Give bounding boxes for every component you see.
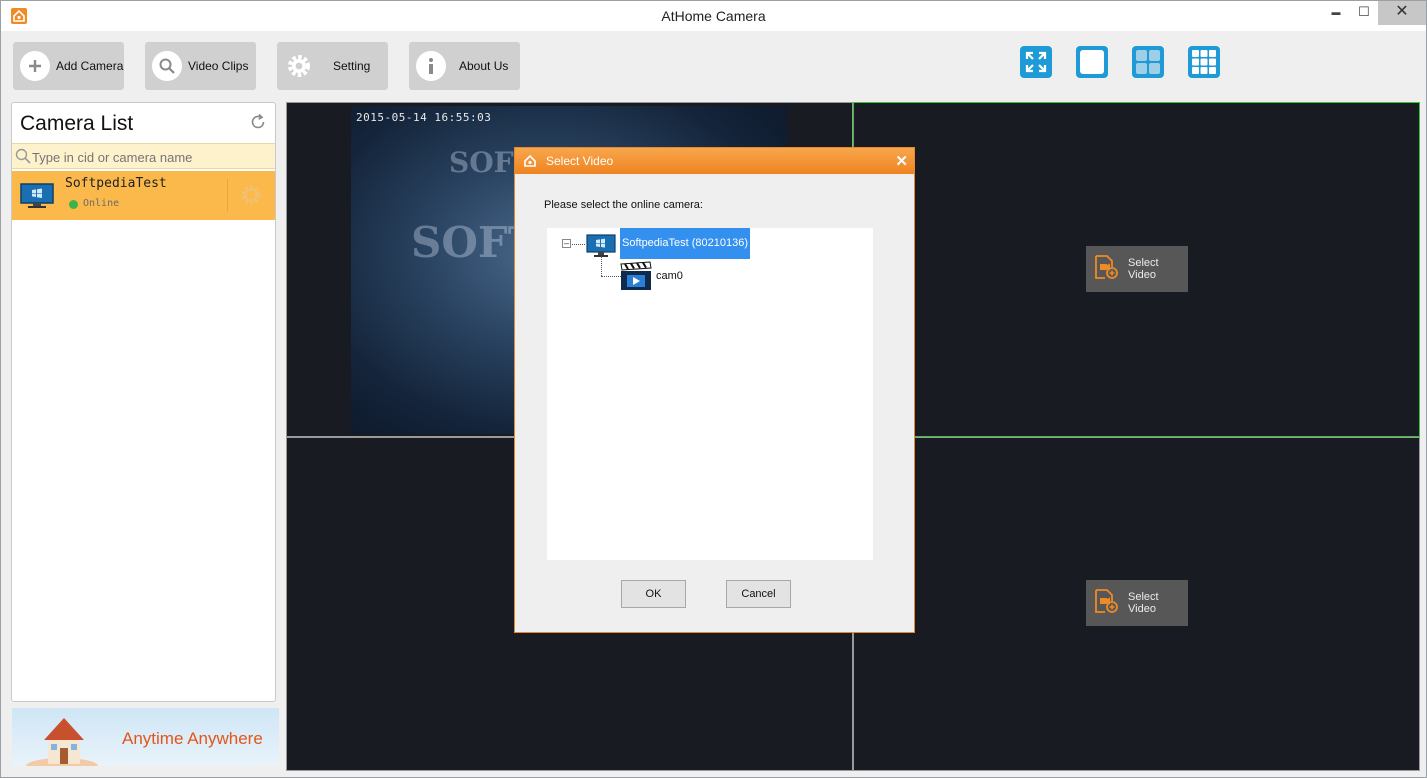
dialog-title: Select Video bbox=[546, 154, 614, 168]
video-cell-4[interactable]: Select Video bbox=[853, 437, 1420, 771]
app-window: AtHome Camera ▬ ☐ ✕ Add Camera Video Cli… bbox=[0, 0, 1427, 778]
ok-button[interactable]: OK bbox=[621, 580, 686, 608]
title-bar[interactable]: AtHome Camera ▬ ☐ ✕ bbox=[1, 1, 1426, 31]
video-clips-label: Video Clips bbox=[188, 59, 249, 73]
add-camera-label: Add Camera bbox=[56, 59, 124, 73]
select-video-button[interactable]: Select Video bbox=[1086, 246, 1188, 292]
video-clip-icon bbox=[620, 261, 652, 296]
select-video-button[interactable]: Select Video bbox=[1086, 580, 1188, 626]
quad-view-icon[interactable] bbox=[1132, 46, 1164, 78]
video-clips-button[interactable]: Video Clips bbox=[145, 42, 256, 90]
video-cell-2[interactable]: Select Video bbox=[853, 102, 1420, 437]
online-status-dot bbox=[69, 200, 78, 209]
camera-name: SoftpediaTest bbox=[65, 176, 167, 191]
close-button[interactable]: ✕ bbox=[1378, 1, 1426, 25]
dialog-title-bar[interactable]: Select Video ✕ bbox=[515, 148, 914, 174]
search-input[interactable] bbox=[32, 147, 270, 167]
about-us-button[interactable]: About Us bbox=[409, 42, 520, 90]
single-view-icon[interactable] bbox=[1076, 46, 1108, 78]
search-icon bbox=[15, 148, 31, 169]
window-title: AtHome Camera bbox=[661, 8, 766, 24]
camera-list-item[interactable]: SoftpediaTest Online bbox=[12, 171, 275, 220]
add-video-icon bbox=[1093, 254, 1119, 285]
toolbar: Add Camera Video Clips Setting About Us bbox=[1, 31, 1426, 99]
camera-list-panel: Camera List SoftpediaTest Online bbox=[11, 102, 276, 702]
nine-view-icon[interactable] bbox=[1188, 46, 1220, 78]
cancel-button[interactable]: Cancel bbox=[726, 580, 791, 608]
banner-slogan: Anytime Anywhere bbox=[122, 729, 263, 748]
camera-tree: – SoftpediaTest (80210136) cam0 bbox=[547, 228, 873, 560]
app-logo-icon bbox=[522, 153, 538, 174]
add-video-icon bbox=[1093, 588, 1119, 619]
promo-banner: Anytime Anywhere bbox=[12, 708, 279, 766]
refresh-icon[interactable] bbox=[249, 113, 267, 131]
camera-list-title: Camera List bbox=[20, 112, 134, 135]
divider bbox=[227, 179, 228, 212]
fullscreen-icon[interactable] bbox=[1020, 46, 1052, 78]
monitor-icon bbox=[20, 183, 54, 214]
camera-settings-gear-icon[interactable] bbox=[239, 183, 263, 212]
select-video-dialog: Select Video ✕ Please select the online … bbox=[514, 147, 915, 633]
camera-status: Online bbox=[83, 198, 120, 209]
search-bar bbox=[12, 143, 275, 169]
tree-line bbox=[601, 276, 621, 277]
info-icon bbox=[416, 51, 446, 81]
tree-line bbox=[601, 256, 602, 276]
tree-line bbox=[572, 244, 585, 245]
dialog-prompt: Please select the online camera: bbox=[544, 199, 703, 211]
device-label: SoftpediaTest (80210136) bbox=[622, 237, 748, 249]
setting-button[interactable]: Setting bbox=[277, 42, 388, 90]
house-icon bbox=[26, 714, 106, 766]
collapse-toggle[interactable]: – bbox=[562, 239, 571, 248]
plus-icon bbox=[20, 51, 50, 81]
dialog-close-icon[interactable]: ✕ bbox=[895, 152, 908, 170]
select-video-label: Select Video bbox=[1128, 257, 1159, 281]
about-us-label: About Us bbox=[459, 59, 509, 73]
tree-camera-node[interactable]: cam0 bbox=[656, 270, 683, 282]
add-camera-button[interactable]: Add Camera bbox=[13, 42, 124, 90]
window-controls: ▬ ☐ ✕ bbox=[1322, 1, 1426, 25]
select-video-label: Select Video bbox=[1128, 591, 1159, 615]
maximize-button[interactable]: ☐ bbox=[1350, 1, 1378, 25]
video-timestamp: 2015-05-14 16:55:03 bbox=[356, 111, 492, 124]
search-icon bbox=[152, 51, 182, 81]
gear-icon bbox=[284, 51, 314, 81]
minimize-button[interactable]: ▬ bbox=[1322, 1, 1350, 25]
tree-device-node[interactable]: SoftpediaTest (80210136) bbox=[620, 228, 750, 259]
setting-label: Setting bbox=[333, 59, 371, 73]
